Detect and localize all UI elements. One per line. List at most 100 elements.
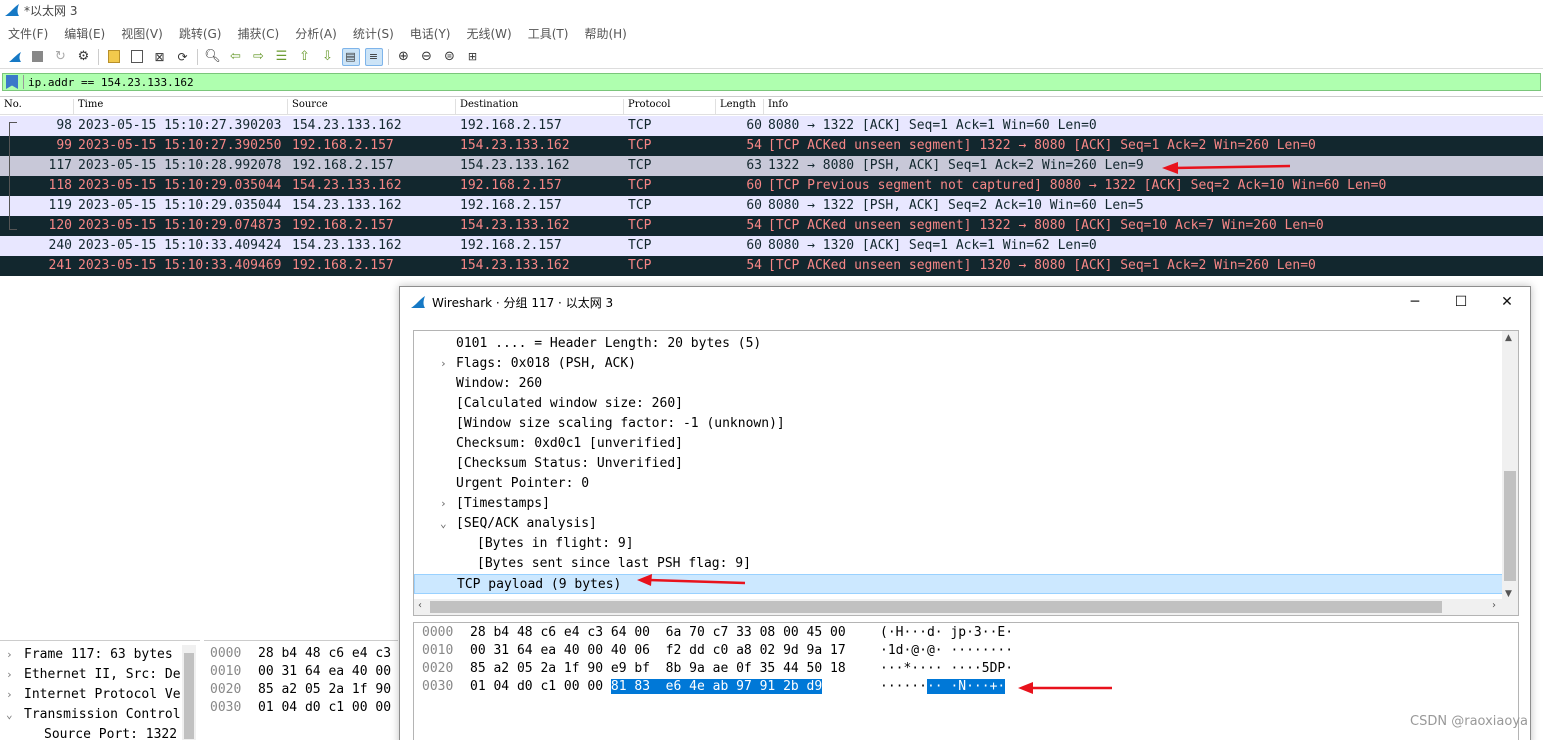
find-packet-icon[interactable]: 🔍︎ xyxy=(204,48,222,66)
stop-capture-icon[interactable] xyxy=(29,48,47,66)
scroll-up-icon[interactable]: ▲ xyxy=(1505,333,1512,343)
normal-size-icon[interactable]: ⊜ xyxy=(441,48,459,66)
capture-options-icon[interactable]: ⚙ xyxy=(75,48,93,66)
column-header-no[interactable]: No. xyxy=(2,99,74,114)
menu-item[interactable]: 捕获(C) xyxy=(229,25,287,42)
detail-tree-item[interactable]: [Bytes in flight: 9] xyxy=(414,534,1504,554)
packet-row[interactable]: 99 2023-05-15 15:10:27.390250 192.168.2.15… xyxy=(0,136,1543,156)
detail-tree-item[interactable]: Window: 260 xyxy=(414,374,1504,394)
resize-columns-icon[interactable]: ⊞ xyxy=(464,48,482,66)
detail-tree-item[interactable]: [Bytes sent since last PSH flag: 9] xyxy=(414,554,1504,574)
column-header-destination[interactable]: Destination xyxy=(458,99,624,114)
bytes-ascii-highlight[interactable]: ·· ·N···+· xyxy=(926,679,1006,694)
detail-tree-item[interactable]: [Calculated window size: 260] xyxy=(414,394,1504,414)
bookmark-icon[interactable] xyxy=(6,75,18,89)
detail-tree-item[interactable]: › Ethernet II, Src: De xyxy=(0,665,200,685)
dialog-detail-tree[interactable]: 0101 .... = Header Length: 20 bytes (5) ›… xyxy=(413,330,1519,616)
packet-row[interactable]: 118 2023-05-15 15:10:29.035044 154.23.133.… xyxy=(0,176,1543,196)
bytes-hex-highlight[interactable]: 81 83 e6 4e ab 97 91 2b d9 xyxy=(610,679,823,694)
maximize-icon[interactable]: ☐ xyxy=(1438,287,1484,317)
menu-item[interactable]: 工具(T) xyxy=(520,25,577,42)
chevron-down-icon[interactable]: ⌄ xyxy=(440,514,447,534)
go-to-packet-icon[interactable]: ☰ xyxy=(273,48,291,66)
menu-item[interactable]: 分析(A) xyxy=(287,25,345,42)
menu-bar: 文件(F) 编辑(E) 视图(V) 跳转(G) 捕获(C) 分析(A) 统计(S) 电话(Y)… xyxy=(0,22,1543,44)
bytes-ascii-plain: ······ xyxy=(880,679,927,694)
bytes-offset: 0020 xyxy=(422,661,454,676)
last-packet-icon[interactable]: ⇩ xyxy=(319,48,337,66)
column-header-source[interactable]: Source xyxy=(290,99,456,114)
chevron-right-icon[interactable]: › xyxy=(440,354,447,374)
menu-item[interactable]: 无线(W) xyxy=(459,25,520,42)
packet-row[interactable]: 241 2023-05-15 15:10:33.409469 192.168.2.1… xyxy=(0,256,1543,276)
detail-tree-item[interactable]: Urgent Pointer: 0 xyxy=(414,474,1504,494)
display-filter-input[interactable]: ip.addr == 154.23.133.162 xyxy=(28,76,194,89)
column-header-time[interactable]: Time xyxy=(76,99,288,114)
detail-scrollbar[interactable] xyxy=(182,645,196,740)
detail-tree-item[interactable]: › Frame 117: 63 bytes xyxy=(0,645,200,665)
detail-tree-item[interactable]: Checksum: 0xd0c1 [unverified] xyxy=(414,434,1504,454)
scroll-down-icon[interactable]: ▼ xyxy=(1505,589,1512,599)
packet-detail-pane[interactable]: › Frame 117: 63 bytes › Ethernet II, Src: D… xyxy=(0,640,200,740)
chevron-down-icon[interactable]: ⌄ xyxy=(6,705,13,725)
scrollbar-thumb[interactable] xyxy=(430,601,1442,613)
column-header-protocol[interactable]: Protocol xyxy=(626,99,716,114)
menu-item[interactable]: 文件(F) xyxy=(0,25,56,42)
detail-tree-item[interactable]: › [Timestamps] xyxy=(414,494,1504,514)
menu-item[interactable]: 帮助(H) xyxy=(576,25,634,42)
tree-horizontal-scrollbar[interactable]: ‹ › xyxy=(414,599,1518,615)
menu-item[interactable]: 视图(V) xyxy=(113,25,171,42)
detail-tree-item[interactable]: ⌄ [SEQ/ACK analysis] xyxy=(414,514,1504,534)
chevron-right-icon[interactable]: › xyxy=(440,494,447,514)
packet-cell-proto: TCP xyxy=(628,238,652,253)
detail-tree-item[interactable]: [Window size scaling factor: -1 (unknown… xyxy=(414,414,1504,434)
packet-row[interactable]: 240 2023-05-15 15:10:33.409424 154.23.133.… xyxy=(0,236,1543,256)
scroll-left-icon[interactable]: ‹ xyxy=(418,600,422,611)
detail-tree-item[interactable]: › Internet Protocol Ve xyxy=(0,685,200,705)
scroll-right-icon[interactable]: › xyxy=(1492,600,1496,611)
column-header-info[interactable]: Info xyxy=(766,99,1536,114)
go-forward-icon[interactable]: ⇨ xyxy=(250,48,268,66)
restart-capture-icon[interactable]: ↻ xyxy=(52,48,70,66)
detail-tree-item[interactable]: [Checksum Status: Unverified] xyxy=(414,454,1504,474)
menu-item[interactable]: 编辑(E) xyxy=(56,25,113,42)
packet-bytes-pane[interactable]: 0000 28 b4 48 c6 e4 c3 0010 00 31 64 ea 40 … xyxy=(204,640,398,740)
bytes-hex: 28 b4 48 c6 e4 c3 xyxy=(258,646,392,661)
packet-row[interactable]: 119 2023-05-15 15:10:29.035044 154.23.133.… xyxy=(0,196,1543,216)
first-packet-icon[interactable]: ⇧ xyxy=(296,48,314,66)
scrollbar-thumb[interactable] xyxy=(1504,471,1516,581)
go-back-icon[interactable]: ⇦ xyxy=(227,48,245,66)
detail-tree-item[interactable]: › Flags: 0x018 (PSH, ACK) xyxy=(414,354,1504,374)
autoscroll-icon[interactable]: ▤ xyxy=(341,47,360,66)
detail-tree-item[interactable]: TCP payload (9 bytes) xyxy=(414,574,1504,594)
detail-tree-item[interactable]: Source Port: 1322 xyxy=(0,725,200,740)
start-capture-icon[interactable] xyxy=(6,48,24,66)
tree-vertical-scrollbar[interactable]: ▲ ▼ xyxy=(1502,331,1518,601)
menu-item[interactable]: 统计(S) xyxy=(345,25,402,42)
menu-item[interactable]: 电话(Y) xyxy=(402,25,459,42)
column-header-length[interactable]: Length xyxy=(718,99,764,114)
open-file-icon[interactable] xyxy=(105,48,123,66)
zoom-in-icon[interactable]: ⊕ xyxy=(395,48,413,66)
close-icon[interactable]: ✕ xyxy=(1484,287,1530,317)
detail-tree-item[interactable]: ⌄ Transmission Control xyxy=(0,705,200,725)
menu-item[interactable]: 跳转(G) xyxy=(171,25,230,42)
chevron-right-icon[interactable]: › xyxy=(6,645,13,665)
reload-file-icon[interactable]: ⟳ xyxy=(174,48,192,66)
bytes-offset: 0010 xyxy=(210,664,242,679)
chevron-right-icon[interactable]: › xyxy=(6,665,13,685)
zoom-out-icon[interactable]: ⊖ xyxy=(418,48,436,66)
close-file-icon[interactable]: ⊠ xyxy=(151,48,169,66)
display-filter-bar[interactable]: ip.addr == 154.23.133.162 xyxy=(2,73,1541,91)
packet-row[interactable]: 120 2023-05-15 15:10:29.074873 192.168.2.1… xyxy=(0,216,1543,236)
detail-tree-item[interactable]: 0101 .... = Header Length: 20 bytes (5) xyxy=(414,334,1504,354)
packet-row[interactable]: 98 2023-05-15 15:10:27.390203 154.23.133.1… xyxy=(0,116,1543,136)
scrollbar-thumb[interactable] xyxy=(184,653,194,739)
packet-cell-dst: 154.23.133.162 xyxy=(460,218,570,233)
minimize-icon[interactable]: ─ xyxy=(1392,287,1438,317)
colorize-icon[interactable]: ≡ xyxy=(364,47,383,66)
packet-row[interactable]: 117 2023-05-15 15:10:28.992078 192.168.2.1… xyxy=(0,156,1543,176)
chevron-right-icon[interactable]: › xyxy=(6,685,13,705)
save-file-icon[interactable] xyxy=(128,48,146,66)
dialog-bytes-pane[interactable]: 0000 28 b4 48 c6 e4 c3 64 00 6a 70 c7 33 … xyxy=(413,622,1519,740)
